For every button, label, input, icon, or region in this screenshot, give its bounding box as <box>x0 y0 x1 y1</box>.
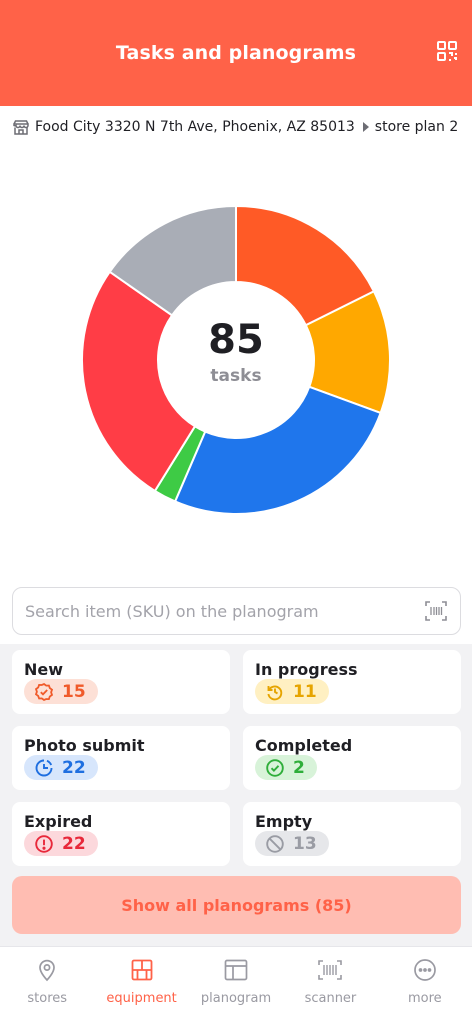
status-count-badge: 22 <box>24 831 98 856</box>
show-all-planograms-button[interactable]: Show all planograms (85) <box>12 876 461 934</box>
status-card-title: In progress <box>255 660 358 679</box>
status-count-badge: 2 <box>255 755 317 780</box>
layout-icon <box>223 957 249 983</box>
nav-item-label: planogram <box>200 991 272 1006</box>
store-breadcrumb[interactable]: Food City 3320 N 7th Ave, Phoenix, AZ 85… <box>0 106 472 148</box>
nav-item-label: stores <box>27 991 68 1006</box>
nav-item-label: more <box>407 991 442 1006</box>
barcode-scan-icon[interactable] <box>424 599 448 623</box>
triangle-right-icon <box>362 122 369 132</box>
qr-code-icon <box>437 41 457 61</box>
status-card-title: Photo submit <box>24 736 145 755</box>
nav-item-label: scanner <box>304 991 357 1006</box>
status-count: 2 <box>293 757 305 778</box>
status-count: 13 <box>293 833 317 854</box>
store-plan: store plan 2 <box>374 119 459 135</box>
nav-item-planogram[interactable]: planogram <box>189 947 283 1024</box>
nav-item-scanner[interactable]: scanner <box>283 947 377 1024</box>
barcode-icon <box>317 957 343 983</box>
more-dots-icon <box>412 957 438 983</box>
status-grid: New 15 In progress 11 Photo submit 22 Complete… <box>12 650 461 866</box>
status-card-photo-submit[interactable]: Photo submit 22 <box>12 726 230 790</box>
app-header: Tasks and planograms <box>0 0 472 106</box>
status-card-title: Completed <box>255 736 353 755</box>
search-box[interactable] <box>12 587 461 635</box>
nav-item-more[interactable]: more <box>378 947 472 1024</box>
status-card-expired[interactable]: Expired 22 <box>12 802 230 866</box>
status-card-completed[interactable]: Completed 2 <box>243 726 461 790</box>
status-count-badge: 15 <box>24 679 98 704</box>
status-card-new[interactable]: New 15 <box>12 650 230 714</box>
chart-center-label: tasks <box>210 366 262 386</box>
status-count: 22 <box>62 833 86 854</box>
nav-item-stores[interactable]: stores <box>0 947 94 1024</box>
tasks-donut-chart: 85 tasks <box>0 148 472 574</box>
status-card-in-progress[interactable]: In progress 11 <box>243 650 461 714</box>
location-pin-icon <box>34 957 60 983</box>
status-count: 22 <box>62 757 86 778</box>
status-count-badge: 22 <box>24 755 98 780</box>
status-card-empty[interactable]: Empty 13 <box>243 802 461 866</box>
status-count-badge: 11 <box>255 679 329 704</box>
badge-check-icon <box>34 682 54 702</box>
block-icon <box>265 834 285 854</box>
store-address: Food City 3320 N 7th Ave, Phoenix, AZ 85… <box>35 119 355 135</box>
search-section <box>0 574 472 644</box>
status-card-title: Expired <box>24 812 93 831</box>
shelves-icon <box>129 957 155 983</box>
status-count-badge: 13 <box>255 831 329 856</box>
qr-code-button[interactable] <box>434 38 460 64</box>
status-card-title: New <box>24 660 64 679</box>
nav-item-equipment[interactable]: equipment <box>94 947 188 1024</box>
storefront-icon <box>12 118 30 136</box>
donut-slice-2[interactable] <box>173 385 382 515</box>
nav-item-label: equipment <box>106 991 177 1006</box>
search-input[interactable] <box>25 601 424 621</box>
rotate-icon <box>265 682 285 702</box>
bottom-navigation: stores equipment planogram scanner more <box>0 946 472 1024</box>
chart-center-count: 85 <box>208 317 264 363</box>
status-count: 11 <box>293 681 317 702</box>
check-circle-icon <box>265 758 285 778</box>
alert-circle-icon <box>34 834 54 854</box>
status-count: 15 <box>62 681 86 702</box>
clock-pie-icon <box>34 758 54 778</box>
page-title: Tasks and planograms <box>115 42 357 64</box>
status-card-title: Empty <box>255 812 313 831</box>
